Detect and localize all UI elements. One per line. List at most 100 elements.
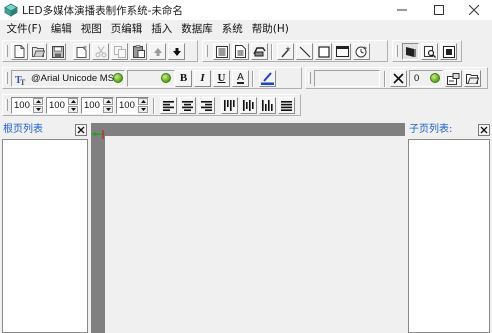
align-right-button[interactable] (198, 97, 215, 114)
cut-button[interactable] (92, 43, 109, 60)
minimize-icon (397, 9, 407, 11)
move-up-icon (153, 47, 162, 56)
minimize-button[interactable] (384, 0, 420, 20)
toolbar-grip[interactable] (395, 45, 398, 57)
document-button[interactable] (232, 43, 249, 60)
editor-canvas-area[interactable] (91, 123, 405, 333)
close-button[interactable] (456, 0, 492, 20)
menu-database[interactable]: 数据库 (177, 20, 218, 38)
spin-down-button[interactable] (138, 106, 148, 113)
underline-label: U (217, 72, 226, 84)
root-page-list[interactable] (2, 139, 88, 333)
font-color-button[interactable]: A (232, 70, 249, 87)
print-preview-icon (253, 47, 266, 57)
count-dropdown-icon[interactable] (430, 73, 440, 83)
clock-icon (355, 46, 367, 58)
spin-up-button[interactable] (138, 98, 148, 105)
clock-tool-button[interactable] (353, 43, 370, 60)
justify-button[interactable] (278, 97, 295, 114)
move-down-button[interactable] (168, 43, 185, 60)
spacing-spinner-4[interactable]: 100 (116, 97, 149, 114)
print-preview-button[interactable] (251, 43, 268, 60)
insert-image-icon (447, 72, 460, 85)
valign-top-icon (224, 100, 235, 111)
menu-edit[interactable]: 编辑 (46, 20, 76, 38)
spin-down-button[interactable] (33, 106, 43, 113)
arrow-down-icon (70, 108, 76, 111)
valign-middle-icon (243, 100, 254, 111)
menu-file[interactable]: 文件(F) (2, 20, 46, 38)
cut-icon (95, 45, 106, 57)
justify-icon (281, 100, 292, 111)
toolbar-grip[interactable] (5, 99, 8, 111)
align-left-icon (163, 100, 174, 111)
sub-page-list-close-button[interactable] (478, 124, 490, 136)
toolbar-grip[interactable] (308, 72, 311, 84)
font-name-dropdown-icon[interactable] (113, 73, 123, 83)
spin-up-button[interactable] (33, 98, 43, 105)
sub-page-list[interactable] (408, 139, 490, 333)
spin-down-button[interactable] (68, 106, 78, 113)
align-center-button[interactable] (179, 97, 196, 114)
rectangle-tool-button[interactable] (315, 43, 332, 60)
font-size-dropdown-icon[interactable] (161, 73, 171, 83)
toolbar-grip[interactable] (5, 45, 8, 57)
insert-image-button[interactable] (445, 70, 462, 87)
spin-down-button[interactable] (103, 106, 113, 113)
move-up-button[interactable] (149, 43, 166, 60)
arrow-down-icon (140, 108, 146, 111)
valign-bottom-button[interactable] (259, 97, 276, 114)
valign-middle-button[interactable] (240, 97, 257, 114)
menu-insert[interactable]: 插入 (147, 20, 177, 38)
open-folder-button[interactable] (464, 70, 481, 87)
italic-button[interactable]: I (194, 70, 211, 87)
paste-button[interactable] (130, 43, 147, 60)
new-page-icon (76, 45, 87, 58)
spacing-spinner-1[interactable]: 100 (11, 97, 44, 114)
arrow-down-icon (105, 108, 111, 111)
underline-button[interactable]: U (213, 70, 230, 87)
text-page-button[interactable] (213, 43, 230, 60)
spinner-value: 100 (49, 100, 65, 111)
editor-page[interactable] (105, 136, 405, 333)
magic-wand-icon (280, 45, 291, 57)
delete-button[interactable] (390, 70, 407, 87)
spin-up-button[interactable] (103, 98, 113, 105)
maximize-button[interactable] (421, 0, 457, 20)
menu-page-edit[interactable]: 页编辑 (106, 20, 147, 38)
bold-button[interactable]: B (175, 70, 192, 87)
count-select[interactable]: 0 (409, 70, 443, 87)
window-tool-button[interactable] (334, 43, 351, 60)
highlight-color-button[interactable] (259, 70, 276, 87)
picture-tool-button[interactable] (402, 43, 419, 60)
align-right-icon (201, 100, 212, 111)
toolbar-grip[interactable] (205, 45, 208, 57)
close-icon (77, 126, 85, 134)
effect-select[interactable] (314, 70, 380, 87)
root-page-list-close-button[interactable] (75, 124, 87, 136)
valign-top-button[interactable] (221, 97, 238, 114)
menu-help[interactable]: 帮助(H) (247, 20, 293, 38)
font-size-select[interactable] (127, 70, 175, 87)
menu-system[interactable]: 系统 (217, 20, 247, 38)
spacing-spinner-3[interactable]: 100 (81, 97, 114, 114)
magic-wand-button[interactable] (277, 43, 294, 60)
new-file-button[interactable] (11, 43, 28, 60)
menu-view[interactable]: 视图 (76, 20, 106, 38)
italic-label: I (200, 72, 205, 84)
open-file-button[interactable] (30, 43, 47, 60)
new-page-button[interactable] (73, 43, 90, 60)
copy-button[interactable] (111, 43, 128, 60)
save-button[interactable] (49, 43, 66, 60)
zoom-page-button[interactable] (421, 43, 438, 60)
menu-bar: 文件(F) 编辑 视图 页编辑 插入 数据库 系统 帮助(H) (0, 20, 492, 38)
toolbar-grip[interactable] (5, 72, 8, 84)
toolbar-separator (271, 44, 273, 60)
fullscreen-button[interactable] (440, 43, 457, 60)
align-left-button[interactable] (160, 97, 177, 114)
spacing-spinner-2[interactable]: 100 (46, 97, 79, 114)
spin-up-button[interactable] (68, 98, 78, 105)
picture-tool-icon (405, 46, 416, 57)
font-name-select[interactable]: TT @Arial Unicode MS (11, 70, 125, 87)
line-tool-button[interactable] (296, 43, 313, 60)
